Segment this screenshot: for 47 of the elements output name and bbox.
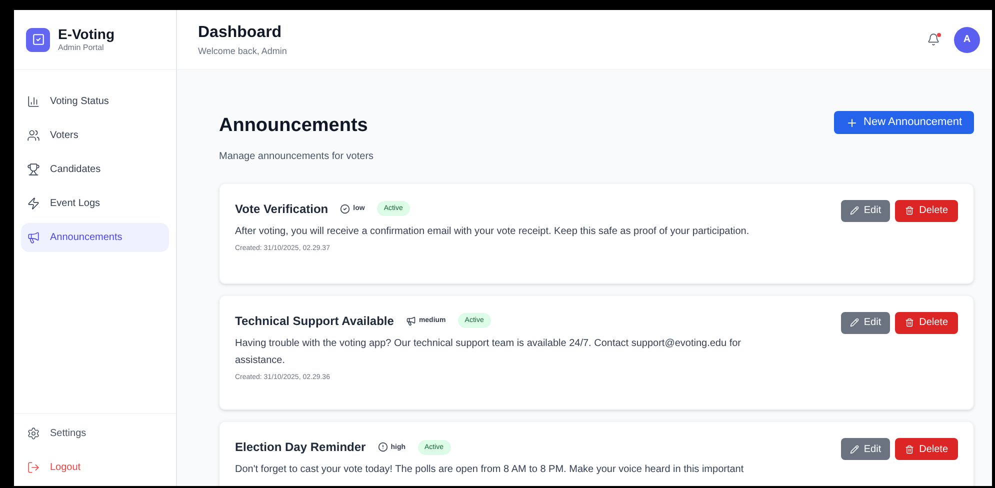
pencil-icon	[850, 206, 859, 215]
brand-name: E-Voting	[58, 26, 115, 42]
pencil-icon	[850, 318, 859, 327]
announcement-title: Technical Support Available	[235, 312, 394, 330]
gear-icon	[27, 426, 40, 440]
nav-item[interactable]: Announcements	[21, 223, 169, 252]
check-circle-icon	[340, 204, 350, 214]
welcome-text: Welcome back, Admin	[198, 44, 287, 58]
trash-icon	[905, 206, 914, 215]
announcement-body: After voting, you will receive a confirmation email with your vote receipt. Keep this safe as proof of your participation.	[235, 224, 750, 238]
new-announcement-button[interactable]: New Announcement	[834, 111, 974, 134]
settings-button[interactable]: Settings	[21, 422, 169, 444]
edit-button[interactable]: Edit	[840, 438, 890, 460]
logo-icon	[26, 28, 50, 52]
users-icon	[27, 129, 40, 142]
megaphone-icon	[27, 231, 40, 244]
megaphone-icon	[406, 316, 416, 326]
alert-circle-icon	[378, 442, 388, 452]
nav-item[interactable]: Voting Status	[21, 87, 169, 116]
trash-icon	[905, 444, 914, 454]
delete-button[interactable]: Delete	[895, 312, 958, 334]
edit-button[interactable]: Edit	[840, 312, 890, 334]
announcement-title: Vote Verification	[235, 200, 328, 218]
section-subtitle: Manage announcements for voters	[219, 150, 374, 164]
notification-button[interactable]	[927, 33, 940, 46]
trash-icon	[905, 318, 914, 327]
delete-button[interactable]: Delete	[895, 438, 958, 460]
avatar[interactable]: A	[954, 26, 980, 52]
page-heading: Dashboard	[198, 22, 283, 43]
delete-button[interactable]: Delete	[895, 200, 958, 222]
plus-icon	[846, 116, 858, 128]
nav-item[interactable]: Voters	[21, 121, 169, 150]
bell-icon	[927, 33, 940, 46]
lightning-icon	[27, 197, 40, 210]
pencil-icon	[850, 444, 859, 454]
nav-item[interactable]: Candidates	[21, 155, 169, 184]
trophy-icon	[27, 163, 40, 176]
announcement-title: Election Day Reminder	[235, 439, 366, 456]
section-title: Announcements	[219, 114, 369, 138]
edit-button[interactable]: Edit	[840, 200, 890, 222]
announcement-body: Having trouble with the voting app? Our technical support team is available 24/7. Contact support@evoting.edu for assistance.	[235, 336, 742, 368]
bar-chart-icon	[27, 95, 40, 108]
logout-icon	[27, 460, 40, 474]
announcement-body: Don't forget to cast your vote today! The polls are open from 8 AM to 8 PM. Make your voice heard in this important	[235, 463, 744, 477]
brand-subtitle: Admin Portal	[58, 42, 105, 54]
logout-button[interactable]: Logout	[21, 456, 169, 478]
nav-item[interactable]: Event Logs	[21, 189, 169, 218]
